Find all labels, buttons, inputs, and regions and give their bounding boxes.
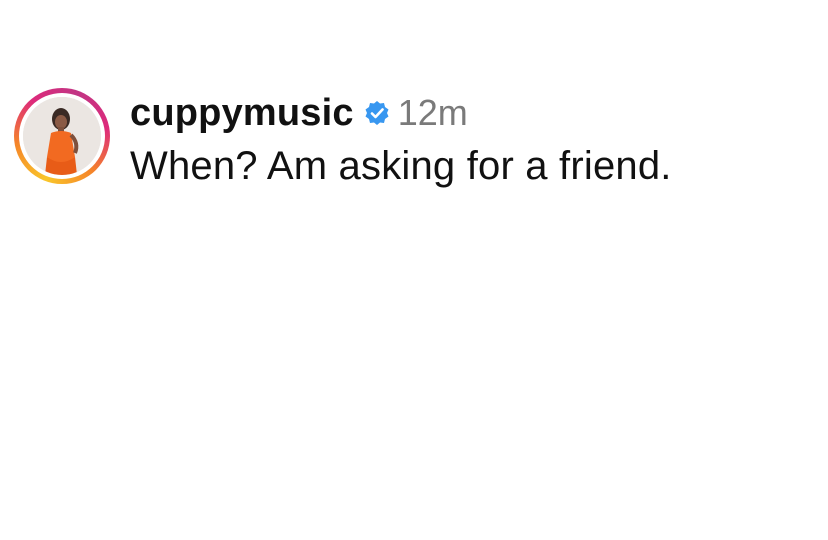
- story-ring[interactable]: [14, 88, 110, 184]
- avatar[interactable]: [23, 97, 101, 175]
- comment-body: cuppymusic 12m When? Am asking for a fri…: [130, 88, 672, 189]
- comment-item: cuppymusic 12m When? Am asking for a fri…: [14, 88, 672, 189]
- verified-badge-icon: [365, 101, 389, 125]
- comment-header: cuppymusic 12m: [130, 88, 672, 138]
- avatar-photo: [23, 97, 101, 175]
- comment-text: When? Am asking for a friend.: [130, 144, 672, 188]
- screenshot-page: cuppymusic 12m When? Am asking for a fri…: [0, 0, 828, 540]
- username-link[interactable]: cuppymusic: [130, 92, 354, 135]
- comment-timestamp: 12m: [397, 92, 468, 133]
